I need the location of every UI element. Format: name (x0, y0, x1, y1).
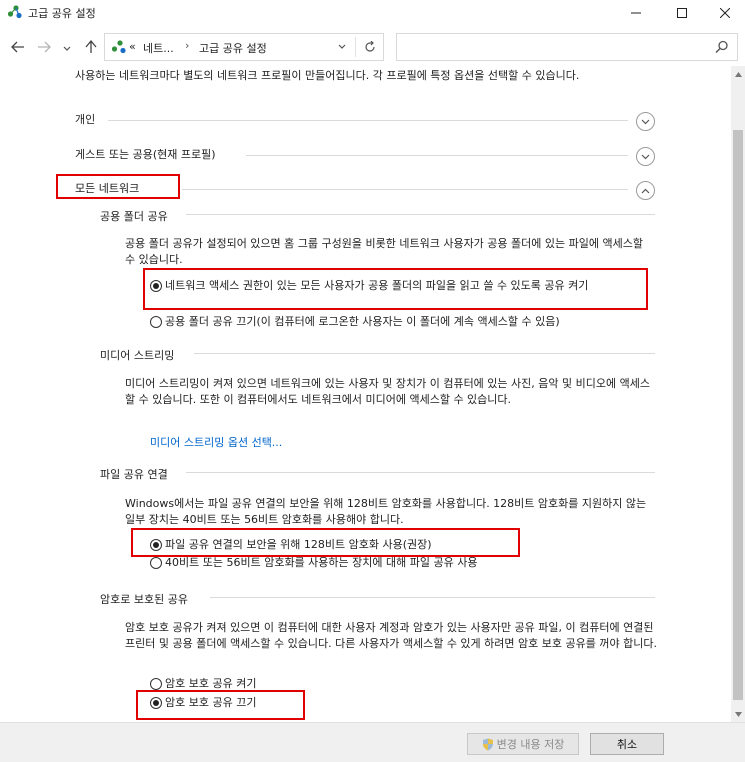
divider (246, 155, 628, 156)
chevron-up-icon (641, 188, 650, 193)
recent-locations-button[interactable] (62, 41, 72, 57)
arrow-left-icon (11, 41, 24, 53)
maximize-icon (677, 8, 687, 18)
scroll-thumb[interactable] (733, 130, 743, 700)
save-changes-label: 변경 내용 저장 (496, 738, 565, 751)
breadcrumb-current[interactable]: 고급 공유 설정 (199, 40, 267, 56)
divider (194, 353, 655, 354)
arrow-right-icon (38, 41, 51, 53)
close-button[interactable] (705, 0, 745, 26)
radio-button[interactable] (150, 316, 162, 328)
network-icon (111, 40, 126, 54)
network-icon (7, 5, 22, 19)
triangle-up-icon (734, 71, 742, 77)
up-button[interactable] (83, 39, 99, 55)
address-divider (355, 37, 356, 57)
public-folder-description: 공용 폴더 공유가 설정되어 있으면 홈 그룹 구성원을 비롯한 네트워크 사용… (125, 237, 643, 266)
scroll-down-button[interactable] (731, 706, 745, 722)
back-button[interactable] (10, 39, 26, 55)
media-heading: 미디어 스트리밍 (100, 349, 175, 362)
expand-guest-button[interactable] (636, 147, 655, 166)
password-description: 암호 보호 공유가 켜져 있으면 이 컴퓨터에 대한 사용자 계정과 암호가 있… (125, 621, 657, 650)
divider (108, 120, 628, 121)
highlight-box (136, 690, 305, 720)
radio-button[interactable] (150, 557, 162, 569)
divider (210, 597, 655, 598)
divider (186, 214, 655, 215)
title-bar: 고급 공유 설정 (0, 0, 745, 26)
public-folder-off-label[interactable]: 공용 폴더 공유 끄기(이 컴퓨터에 로그온한 사용자는 이 폴더에 계속 액세… (165, 314, 560, 329)
public-folder-heading: 공용 폴더 공유 (100, 210, 168, 223)
file-sharing-heading: 파일 공유 연결 (100, 468, 168, 481)
media-options-link[interactable]: 미디어 스트리밍 옵션 선택... (150, 434, 282, 450)
breadcrumb-network[interactable]: 네트... (143, 40, 174, 56)
password-on-label[interactable]: 암호 보호 공유 켜기 (165, 676, 256, 691)
save-changes-button[interactable]: 변경 내용 저장 (467, 733, 579, 755)
triangle-down-icon (734, 711, 742, 717)
media-description: 미디어 스트리밍이 켜져 있으면 네트워크에 있는 사용자 및 장치가 이 컴퓨… (125, 377, 650, 406)
navigation-bar: « 네트... › 고급 공유 설정 (0, 30, 745, 66)
minimize-button[interactable] (613, 0, 659, 26)
collapse-all-button[interactable] (636, 181, 655, 200)
highlight-box (131, 528, 520, 557)
address-dropdown-button[interactable] (335, 40, 349, 54)
chevron-down-icon (63, 46, 71, 51)
refresh-icon (365, 41, 375, 52)
arrow-up-icon (85, 40, 97, 53)
vertical-scrollbar[interactable] (731, 66, 745, 722)
password-heading: 암호로 보호된 공유 (100, 593, 188, 606)
profile-private-label[interactable]: 개인 (75, 111, 95, 127)
close-icon (720, 8, 730, 18)
search-box[interactable] (396, 33, 738, 61)
divider (186, 472, 655, 473)
breadcrumb-overflow[interactable]: « (129, 40, 136, 53)
uac-shield-icon (482, 738, 493, 750)
radio-button[interactable] (150, 678, 162, 690)
forward-button[interactable] (36, 39, 52, 55)
file-sharing-description: Windows에서는 파일 공유 연결의 보안을 위해 128비트 암호화를 사… (125, 497, 647, 526)
highlight-box (143, 268, 648, 310)
highlight-box (56, 174, 180, 199)
chevron-down-icon (338, 44, 346, 49)
intro-text: 사용하는 네트워크마다 별도의 네트워크 프로필이 만들어집니다. 각 프로필에… (75, 69, 580, 82)
settings-content: 사용하는 네트워크마다 별도의 네트워크 프로필이 만들어집니다. 각 프로필에… (0, 66, 731, 722)
password-on-option[interactable]: 암호 보호 공유 켜기 (150, 676, 256, 691)
profile-guest-label[interactable]: 게스트 또는 공용(현재 프로필) (75, 146, 216, 162)
chevron-down-icon (641, 154, 650, 159)
address-bar[interactable]: « 네트... › 고급 공유 설정 (104, 33, 384, 61)
breadcrumb-separator-icon[interactable]: › (185, 39, 189, 52)
window-title: 고급 공유 설정 (28, 7, 96, 20)
public-folder-off-option[interactable]: 공용 폴더 공유 끄기(이 컴퓨터에 로그온한 사용자는 이 폴더에 계속 액세… (150, 314, 670, 329)
cancel-button[interactable]: 취소 (590, 733, 664, 755)
cancel-label: 취소 (616, 738, 638, 751)
expand-private-button[interactable] (636, 112, 655, 131)
search-icon (715, 40, 728, 54)
chevron-down-icon (641, 119, 650, 124)
maximize-button[interactable] (659, 0, 705, 26)
divider (182, 189, 628, 190)
encryption-40-56-label[interactable]: 40비트 또는 56비트 암호화를 사용하는 장치에 대해 파일 공유 사용 (165, 555, 477, 570)
footer-bar: 변경 내용 저장 취소 (0, 722, 745, 762)
scroll-up-button[interactable] (731, 66, 745, 82)
refresh-button[interactable] (361, 39, 379, 55)
minimize-icon (631, 12, 641, 14)
encryption-40-56-option[interactable]: 40비트 또는 56비트 암호화를 사용하는 장치에 대해 파일 공유 사용 (150, 555, 477, 570)
